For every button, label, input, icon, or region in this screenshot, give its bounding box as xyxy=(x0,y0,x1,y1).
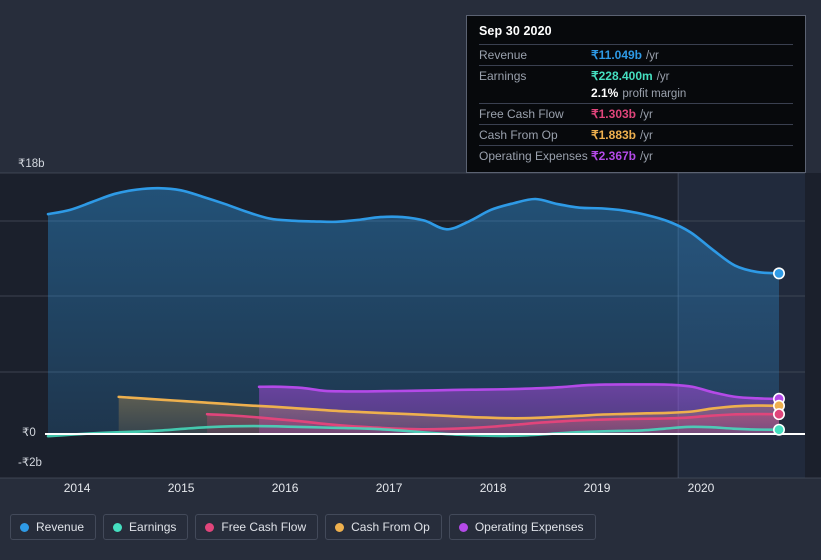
tooltip-value-revenue: ₹11.049b xyxy=(591,48,643,62)
legend-item-earnings[interactable]: Earnings xyxy=(103,514,189,540)
legend-label: Free Cash Flow xyxy=(221,520,307,534)
tooltip-unit-operating-expenses: /yr xyxy=(640,151,653,163)
tooltip-row-operating-expenses: Operating Expenses ₹2.367b /yr xyxy=(479,145,793,166)
x-axis-label-2015: 2015 xyxy=(167,481,195,495)
tooltip-label-revenue: Revenue xyxy=(479,48,528,62)
tooltip-value-free-cash-flow: ₹1.303b xyxy=(591,107,636,121)
tooltip-value-cash-from-op: ₹1.883b xyxy=(591,128,636,142)
endpoint-marker-free-cash-flow xyxy=(773,408,786,421)
tooltip-row-cash-from-op: Cash From Op ₹1.883b /yr xyxy=(479,124,793,145)
tooltip-unit-cash-from-op: /yr xyxy=(640,130,653,142)
tooltip-label-cash-from-op: Cash From Op xyxy=(479,128,558,142)
tooltip-row-free-cash-flow: Free Cash Flow ₹1.303b /yr xyxy=(479,103,793,124)
legend-color-dot-icon xyxy=(113,522,123,532)
y-axis-label-zero: ₹0 xyxy=(22,427,36,439)
tooltip-unit-earnings: /yr xyxy=(656,71,670,83)
tooltip-unit-free-cash-flow: /yr xyxy=(640,109,653,121)
x-axis-label-2014: 2014 xyxy=(63,481,91,495)
tooltip-label-free-cash-flow: Free Cash Flow xyxy=(479,107,564,121)
legend-item-operating-expenses[interactable]: Operating Expenses xyxy=(448,514,596,540)
chart-legend: Revenue Earnings Free Cash Flow Cash From O… xyxy=(10,514,596,540)
x-axis-label-2016: 2016 xyxy=(271,481,299,495)
tooltip-row-revenue: Revenue ₹11.049b /yr xyxy=(479,44,793,65)
financial-chart: ₹18b ₹0 -₹2b 2014 2015 2016 2017 2018 2019 202… xyxy=(0,0,821,560)
x-axis-label-2018: 2018 xyxy=(479,481,507,495)
legend-color-dot-icon xyxy=(458,522,468,532)
legend-color-dot-icon xyxy=(205,522,215,532)
legend-label: Cash From Op xyxy=(351,520,430,534)
tooltip-label-operating-expenses: Operating Expenses xyxy=(479,149,588,163)
legend-item-cash-from-op[interactable]: Cash From Op xyxy=(325,514,442,540)
tooltip-label-profit-margin: profit margin xyxy=(622,88,687,100)
x-axis-label-2019: 2019 xyxy=(583,481,611,495)
data-tooltip: Sep 30 2020 Revenue ₹11.049b /yr Earning… xyxy=(466,15,806,173)
legend-label: Earnings xyxy=(129,520,177,534)
tooltip-unit-revenue: /yr xyxy=(646,50,659,62)
legend-label: Operating Expenses xyxy=(474,520,584,534)
tooltip-label-earnings: Earnings xyxy=(479,69,527,83)
tooltip-row-earnings: Earnings ₹228.400m /yr xyxy=(479,65,793,86)
y-axis-label-top: ₹18b xyxy=(18,158,45,170)
legend-label: Revenue xyxy=(36,520,85,534)
tooltip-value-profit-margin: 2.1% xyxy=(591,86,619,100)
x-axis-label-2020: 2020 xyxy=(687,481,715,495)
tooltip-value-operating-expenses: ₹2.367b xyxy=(591,149,636,163)
tooltip-row-profit-margin: 2.1% profit margin xyxy=(479,86,793,103)
endpoint-marker-revenue xyxy=(773,267,786,280)
legend-item-free-cash-flow[interactable]: Free Cash Flow xyxy=(195,514,319,540)
x-axis-label-2017: 2017 xyxy=(375,481,403,495)
legend-color-dot-icon xyxy=(20,522,29,532)
y-axis-label-bottom: -₹2b xyxy=(18,457,42,469)
endpoint-marker-earnings xyxy=(773,423,786,436)
tooltip-date: Sep 30 2020 xyxy=(479,24,552,38)
legend-item-revenue[interactable]: Revenue xyxy=(10,514,97,540)
tooltip-value-earnings: ₹228.400m xyxy=(591,69,653,83)
legend-color-dot-icon xyxy=(335,522,345,532)
